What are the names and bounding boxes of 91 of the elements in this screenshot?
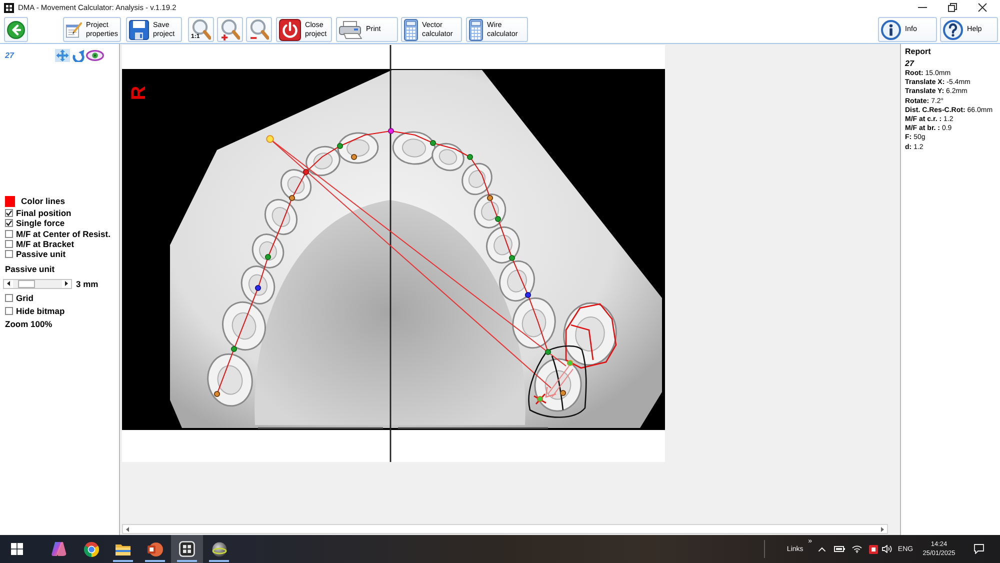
point-marker xyxy=(486,194,494,202)
option-label: Passive unit xyxy=(16,249,66,260)
speaker-icon[interactable] xyxy=(882,545,892,553)
power-icon xyxy=(279,18,301,40)
eye-icon[interactable] xyxy=(86,50,104,61)
point-marker xyxy=(430,140,436,146)
four-panes-icon xyxy=(11,543,23,555)
tooth-number: 27 xyxy=(905,59,914,69)
force-arrow xyxy=(545,366,574,398)
presentation-icon xyxy=(147,542,163,556)
step-left-button[interactable] xyxy=(4,280,13,288)
point-marker xyxy=(336,142,344,150)
point-marker xyxy=(536,396,544,402)
point-marker xyxy=(230,346,238,352)
rotate-arrow-icon[interactable] xyxy=(71,49,85,62)
option-label: Grid xyxy=(16,293,34,304)
zoom-in-icon xyxy=(220,19,240,41)
checkbox[interactable] xyxy=(5,230,13,238)
point-marker xyxy=(288,194,296,202)
close-icon xyxy=(978,3,986,12)
point-marker xyxy=(524,292,532,298)
magnifier-icon xyxy=(191,19,211,41)
printer-icon xyxy=(339,20,362,38)
report-title: Report xyxy=(905,47,931,57)
point-marker xyxy=(350,154,358,160)
point-marker xyxy=(494,216,502,222)
tick-icon xyxy=(6,220,12,226)
slider-thumb[interactable] xyxy=(18,280,36,288)
checkbox[interactable] xyxy=(5,219,13,228)
tooth-outline xyxy=(565,303,617,369)
color-lines-label: Color lines xyxy=(21,196,65,206)
swirl-icon xyxy=(51,541,67,557)
left-arrow-circle-icon xyxy=(7,20,25,38)
tick-icon xyxy=(6,210,12,216)
zoom-in-button[interactable] xyxy=(217,17,243,42)
checkbox[interactable] xyxy=(5,250,13,258)
speech-bubble-icon[interactable] xyxy=(974,544,984,554)
calculator-icon xyxy=(404,18,418,40)
zoom-out-icon xyxy=(249,19,269,41)
zoom-out-button[interactable] xyxy=(246,17,272,42)
option-label: Final position xyxy=(16,208,72,218)
left-arrow-icon xyxy=(126,526,129,532)
option-label: Single force xyxy=(16,218,65,228)
checkbox[interactable] xyxy=(5,294,13,302)
point-marker xyxy=(266,135,274,143)
point-marker xyxy=(466,154,474,160)
side-label: R xyxy=(128,86,150,100)
right-arrow-icon xyxy=(881,526,884,532)
slider-value: 3 mm xyxy=(76,278,98,289)
wifi-icon[interactable] xyxy=(852,545,862,553)
notepad-pencil-icon xyxy=(66,20,82,40)
point-marker xyxy=(254,284,262,292)
point-marker xyxy=(560,390,566,396)
cross-mark xyxy=(533,393,547,405)
tray-app-icon[interactable] xyxy=(869,544,878,554)
checkbox[interactable] xyxy=(5,209,13,218)
color-swatch[interactable] xyxy=(5,196,15,206)
option-label: M/F at Bracket xyxy=(16,239,74,250)
move-arrows-icon[interactable] xyxy=(55,49,70,62)
point-marker xyxy=(302,168,310,176)
option-label: Hide bitmap xyxy=(16,306,65,316)
horizontal-scrollbar[interactable] xyxy=(122,524,888,534)
taskbar-app-button[interactable] xyxy=(171,535,203,563)
tooth-number: 27 xyxy=(5,51,16,60)
point-marker xyxy=(566,360,574,366)
info-icon xyxy=(881,20,901,40)
grid-window-icon xyxy=(179,541,195,557)
checkbox[interactable] xyxy=(5,240,13,248)
folder-icon xyxy=(115,542,131,556)
chevron-up-icon[interactable] xyxy=(818,546,826,552)
ring-segments-icon xyxy=(84,542,98,556)
point-marker xyxy=(388,128,394,134)
back-button[interactable] xyxy=(4,17,28,42)
point-marker xyxy=(544,348,552,356)
app-logo-icon xyxy=(4,2,14,12)
point-marker xyxy=(508,254,516,262)
battery-icon[interactable] xyxy=(834,546,845,552)
caret-left-icon xyxy=(7,281,10,286)
caret-right-icon xyxy=(65,281,68,286)
minimize-icon xyxy=(918,7,926,8)
sphere-icon xyxy=(212,542,226,556)
calculator-icon xyxy=(469,18,483,40)
zoom-level-label: Zoom 100% xyxy=(5,319,52,330)
step-right-button[interactable] xyxy=(62,280,71,288)
option-label: M/F at Center of Resist. xyxy=(16,228,110,239)
help-icon xyxy=(943,20,963,40)
point-marker xyxy=(214,390,220,398)
checkbox[interactable] xyxy=(5,307,13,316)
point-marker xyxy=(264,254,272,260)
section-label: Passive unit xyxy=(5,264,55,276)
maximize-icon xyxy=(948,3,956,12)
